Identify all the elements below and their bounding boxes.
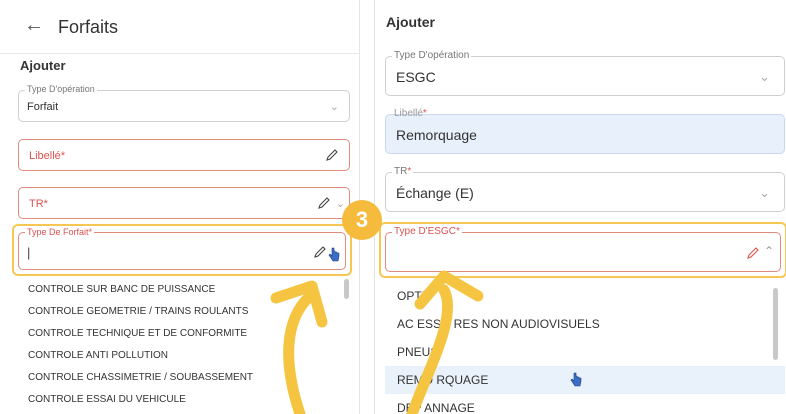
tr-value: Échange (E) <box>396 185 474 201</box>
type-operation-label: Type D'opération <box>392 50 472 61</box>
list-item-selected[interactable]: REMO RQUAGE <box>385 366 785 394</box>
section-title: Ajouter <box>20 58 66 73</box>
type-forfait-select[interactable]: Type De Forfait* | <box>18 227 346 270</box>
list-item[interactable]: CONTROLE TECHNIQUE ET DE CONFORMITE <box>18 323 350 345</box>
required-marker: * <box>60 150 66 162</box>
required-marker: * <box>88 227 93 237</box>
list-item[interactable]: AC ESSO RES NON AUDIOVISUELS <box>385 310 785 338</box>
libelle-label: Libellé <box>29 150 61 162</box>
tr-label: TR <box>394 166 408 177</box>
list-item[interactable]: CONTROLE ESSAI DU VEHICULE <box>18 389 350 411</box>
type-operation-select[interactable]: Type D'opération Forfait ⌄ <box>18 84 350 122</box>
arrow-left-icon[interactable]: ← <box>24 15 44 35</box>
libelle-value: Remorquage <box>396 127 477 143</box>
libelle-label: Libellé <box>394 108 423 119</box>
tr-label: TR <box>29 198 44 210</box>
type-esgc-select[interactable]: Type D'ESGC* ⌃ <box>385 226 781 272</box>
required-marker: * <box>422 108 427 119</box>
type-forfait-highlight: Type De Forfait* | <box>12 224 352 276</box>
pencil-icon[interactable] <box>325 148 339 162</box>
type-operation-value: Forfait <box>27 101 59 113</box>
required-marker: * <box>43 198 48 210</box>
list-item[interactable]: OPTI <box>385 282 785 310</box>
list-item[interactable]: CONTROLE GEOMETRIE / TRAINS ROULANTS <box>18 301 350 323</box>
step-badge: 3 <box>342 200 382 240</box>
chevron-down-icon: ⌄ <box>759 69 770 84</box>
required-marker: * <box>407 166 412 177</box>
tr-field[interactable]: TR* ⌄ <box>18 187 350 219</box>
list-item[interactable]: CONTROLE CHASSIMETRIE / SOUBASSEMENT <box>18 367 350 389</box>
right-panel: Ajouter Type D'opération ESGC ⌄ Libellé*… <box>374 0 786 414</box>
libelle-field[interactable]: Libellé* Remorquage <box>385 108 785 154</box>
left-panel: ← Forfaits Ajouter Type D'opération Forf… <box>0 0 360 414</box>
pencil-icon[interactable] <box>746 246 760 260</box>
type-esgc-label: Type D'ESGC <box>394 226 456 237</box>
chevron-down-icon: ⌄ <box>335 198 345 210</box>
tr-select[interactable]: TR* Échange (E) ⌄ <box>385 166 785 212</box>
top-bar: ← Forfaits <box>0 0 359 54</box>
type-forfait-label: Type De Forfait <box>27 227 89 237</box>
type-operation-select[interactable]: Type D'opération ESGC ⌄ <box>385 50 785 96</box>
type-forfait-input-caret: | <box>27 245 31 260</box>
section-title: Ajouter <box>386 14 435 30</box>
hand-cursor-icon <box>328 247 340 262</box>
list-item[interactable]: CONTROLE ANTI POLLUTION <box>18 345 350 367</box>
pencil-icon[interactable] <box>313 245 327 259</box>
type-esgc-highlight: Type D'ESGC* ⌃ <box>379 222 786 278</box>
list-item[interactable]: PNEUS <box>385 338 785 366</box>
list-item[interactable]: CONTROLE SUR BANC DE PUISSANCE <box>18 279 350 301</box>
type-esgc-options-list: OPTI AC ESSO RES NON AUDIOVISUELS PNEUS … <box>385 282 785 414</box>
page-title: Forfaits <box>58 17 119 37</box>
required-marker: * <box>455 226 460 237</box>
pencil-icon[interactable] <box>317 196 331 210</box>
scrollbar-thumb[interactable] <box>773 288 778 360</box>
hand-cursor-icon <box>570 372 582 387</box>
list-item[interactable]: DEP ANNAGE <box>385 394 785 414</box>
type-operation-label: Type D'opération <box>25 84 97 94</box>
type-operation-value: ESGC <box>396 69 436 85</box>
chevron-down-icon: ⌄ <box>759 185 770 200</box>
chevron-up-icon: ⌃ <box>763 244 774 258</box>
libelle-field[interactable]: Libellé* <box>18 139 350 171</box>
scrollbar-thumb[interactable] <box>344 279 349 299</box>
chevron-down-icon: ⌄ <box>329 101 339 113</box>
type-forfait-options-list: CONTROLE SUR BANC DE PUISSANCE CONTROLE … <box>18 279 350 414</box>
